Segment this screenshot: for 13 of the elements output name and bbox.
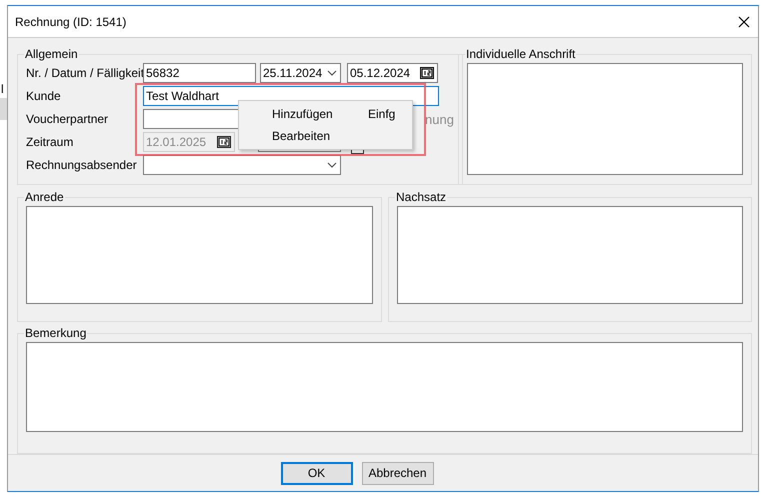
field-label: Rechnungsabsender [26,158,138,172]
field-label: Zeitraum [26,135,74,149]
field-label: Voucherpartner [26,112,110,126]
group-title: Bemerkung [24,326,88,340]
group-title: Individuelle Anschrift [465,47,576,61]
window-title: Rechnung (ID: 1541) [15,14,126,28]
shortcut-text: Einfg [368,107,396,121]
group-title: Allgemein [24,47,79,61]
background-text: l [1,82,4,96]
group-title: Nachsatz [395,190,448,204]
field-label: Kunde [26,89,62,103]
field-label: Nr. / Datum / Fälligkeit [26,66,143,80]
group-title: Anrede [24,190,65,204]
